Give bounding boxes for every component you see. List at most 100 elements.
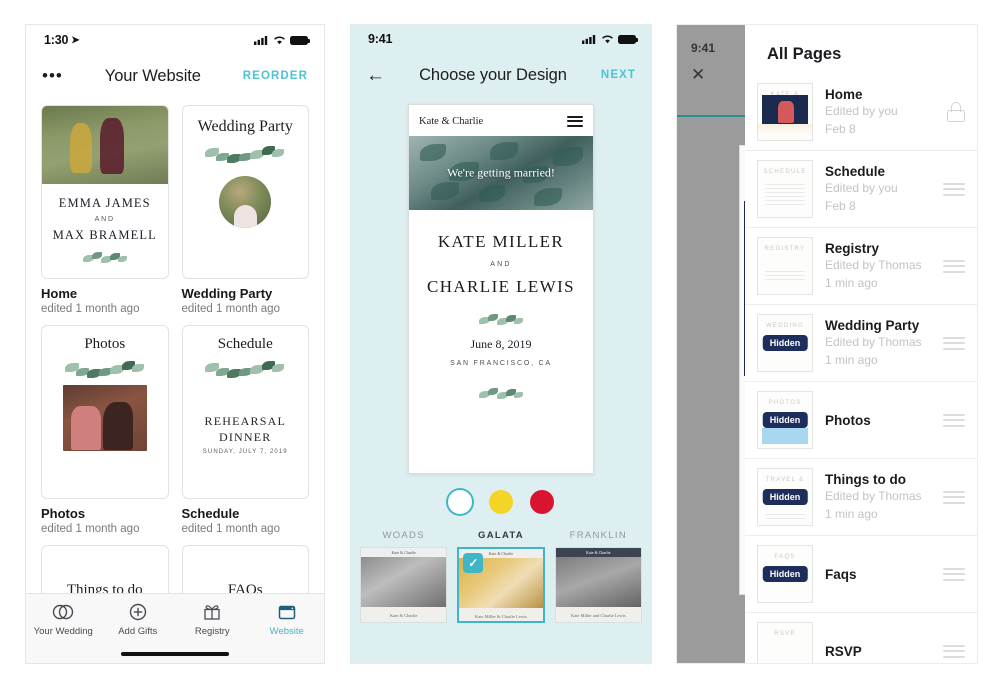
color-swatch-red[interactable] — [530, 490, 554, 514]
thumb-text-lines — [765, 511, 805, 522]
status-clock: 9:41 — [368, 32, 392, 46]
drag-handle-icon[interactable] — [943, 256, 965, 276]
design-preview[interactable]: Kate & Charlie We're getting married! KA… — [408, 104, 594, 474]
wifi-icon — [274, 36, 285, 45]
page-thumbnail: PHOTOS Hidden — [757, 391, 813, 449]
page-row-text: Home Edited by you Feb 8 — [825, 87, 935, 137]
check-icon: ✓ — [463, 553, 484, 573]
navigation-bar: ← Choose your Design NEXT — [350, 54, 652, 96]
page-card-schedule[interactable]: Schedule REHEARSAL DINNER SUNDAY, JULY 7… — [181, 325, 309, 535]
hidden-badge: Hidden — [762, 335, 808, 351]
theme-carousel[interactable]: WOADS Kate & Charlie Kate & Charlie GALA… — [350, 530, 652, 623]
theme-image — [555, 557, 641, 607]
page-card-title: Photos — [41, 506, 86, 521]
theme-option-woads[interactable]: WOADS Kate & Charlie Kate & Charlie — [360, 530, 448, 623]
page-row-title: Photos — [825, 412, 871, 428]
schedule-heading: Schedule — [217, 336, 273, 352]
page-card-wedding-party[interactable]: Wedding Party Wedding Party edited 1 mon… — [181, 105, 309, 315]
theme-option-franklin[interactable]: FRANKLIN Kate & Charlie Kate Miller and … — [554, 530, 642, 623]
drag-handle-icon[interactable] — [943, 179, 965, 199]
page-thumbnail-schedule[interactable]: Schedule REHEARSAL DINNER SUNDAY, JULY 7… — [181, 325, 309, 499]
page-card-photos[interactable]: Photos Photos edited 1 month ago — [41, 325, 169, 535]
page-thumbnail: WEDDING Hidden — [757, 314, 813, 372]
event-date: SUNDAY, JULY 7, 2019 — [202, 449, 288, 456]
page-card-home[interactable]: EMMA JAMES AND MAX BRAMELL Home edited 1… — [41, 105, 169, 315]
hamburger-icon[interactable] — [567, 113, 583, 129]
theme-thumbnail[interactable]: ✓ Kate & Charlie Kate Miller & Charlie L… — [457, 547, 545, 623]
back-arrow-icon[interactable]: ← — [366, 66, 385, 85]
page-row-text: Things to do Edited by Thomas 1 min ago — [825, 472, 931, 522]
page-list-item-schedule[interactable]: SCHEDULE Schedule Edited by you Feb 8 — [745, 151, 977, 228]
preview-date: June 8, 2019 — [470, 337, 532, 352]
thumb-text-lines — [765, 181, 805, 208]
phone-screen-choose-design: 9:41 ← Choose your Design NEXT Kate & Ch… — [350, 24, 652, 664]
page-list-item-things-to-do[interactable]: TRAVEL & Hidden Things to do Edited by T… — [745, 459, 977, 536]
page-card-faqs[interactable]: FAQs — [181, 545, 309, 595]
color-swatches — [350, 490, 652, 514]
page-card-title: Wedding Party — [181, 286, 273, 301]
close-icon[interactable]: ✕ — [691, 65, 705, 85]
page-list-item-registry[interactable]: REGISTRY Registry Edited by Thomas 1 min… — [745, 228, 977, 305]
preview-body: KATE MILLER AND CHARLIE LEWIS June 8, 20… — [409, 210, 593, 473]
navigation-bar: ••• Your Website REORDER — [26, 55, 324, 97]
next-button[interactable]: NEXT — [601, 69, 636, 81]
page-card-things-to-do[interactable]: Things to do — [41, 545, 169, 595]
bridesmaid-photo — [219, 176, 272, 228]
page-thumbnail: KATE & CHARLIE — [757, 83, 813, 141]
website-pages-grid: EMMA JAMES AND MAX BRAMELL Home edited 1… — [26, 105, 324, 535]
theme-name: WOADS — [382, 530, 425, 541]
page-thumbnail-photos[interactable]: Photos — [41, 325, 169, 499]
page-thumbnail-wedding-party[interactable]: Wedding Party — [181, 105, 309, 279]
tab-label: Your Wedding — [33, 626, 93, 637]
tab-registry[interactable]: Registry — [175, 602, 250, 637]
page-row-date: 1 min ago — [825, 352, 878, 367]
drag-handle-icon[interactable] — [943, 487, 965, 507]
tab-your-wedding[interactable]: Your Wedding — [26, 602, 101, 637]
theme-brand: Kate & Charlie — [555, 548, 641, 557]
theme-footer: Kate & Charlie — [361, 607, 447, 622]
thumb-label: RSVP — [774, 631, 796, 637]
drag-handle-icon[interactable] — [943, 333, 965, 353]
page-list-item-photos[interactable]: PHOTOS Hidden Photos — [745, 382, 977, 459]
drag-handle-icon[interactable] — [943, 564, 965, 584]
lock-icon — [947, 102, 965, 122]
page-row-date: Feb 8 — [825, 198, 856, 213]
bride-name: EMMA JAMES — [58, 195, 151, 210]
thumb-art — [762, 428, 808, 444]
plus-circle-icon — [129, 603, 146, 621]
theme-option-galata[interactable]: GALATA ✓ Kate & Charlie Kate Miller & Ch… — [457, 530, 545, 623]
page-thumbnail-home[interactable]: EMMA JAMES AND MAX BRAMELL — [41, 105, 169, 279]
drag-handle-icon[interactable] — [943, 410, 965, 430]
couple-photo — [42, 106, 168, 184]
page-card-subtitle: edited 1 month ago — [41, 523, 140, 535]
tab-add-gifts[interactable]: Add Gifts — [101, 602, 176, 637]
theme-thumbnail[interactable]: Kate & Charlie Kate Miller and Charlie L… — [554, 547, 642, 623]
status-bar: 1:30 ➤ — [26, 25, 324, 55]
home-card-body: EMMA JAMES AND MAX BRAMELL — [42, 184, 168, 278]
page-card-title: Home — [41, 286, 78, 301]
drag-handle-icon[interactable] — [943, 641, 965, 661]
page-row-editor: Edited by Thomas — [825, 488, 922, 503]
more-options-button[interactable]: ••• — [42, 67, 63, 84]
preview-name-2: CHARLIE LEWIS — [426, 277, 576, 297]
page-list-item-home[interactable]: KATE & CHARLIE Home Edited by you Feb 8 — [745, 74, 977, 151]
signal-icon — [254, 36, 268, 45]
page-list-item-wedding-party[interactable]: WEDDING Hidden Wedding Party Edited by T… — [745, 305, 977, 382]
all-pages-panel: All Pages KATE & CHARLIE Home Edited by … — [745, 25, 977, 663]
color-swatch-white[interactable] — [448, 490, 472, 514]
theme-footer: Kate Miller and Charlie Lewis — [555, 607, 641, 622]
eucalyptus-garland-icon — [205, 144, 285, 163]
page-list-item-rsvp[interactable]: RSVP RSVP — [745, 613, 977, 663]
page-thumbnail: TRAVEL & Hidden — [757, 468, 813, 526]
thumb-label: WEDDING — [765, 323, 805, 329]
theme-thumbnail[interactable]: Kate & Charlie Kate & Charlie — [360, 547, 448, 623]
browser-icon — [278, 605, 295, 620]
page-list-item-faqs[interactable]: FAQS Hidden Faqs — [745, 536, 977, 613]
photos-heading: Photos — [84, 336, 126, 352]
page-card-subtitle: edited 1 month ago — [41, 303, 140, 315]
page-row-text: Faqs — [825, 567, 931, 582]
tab-website[interactable]: Website — [250, 602, 325, 637]
color-swatch-yellow[interactable] — [489, 490, 513, 514]
reorder-button[interactable]: REORDER — [243, 70, 308, 82]
website-pages-scroll[interactable]: EMMA JAMES AND MAX BRAMELL Home edited 1… — [26, 97, 324, 627]
